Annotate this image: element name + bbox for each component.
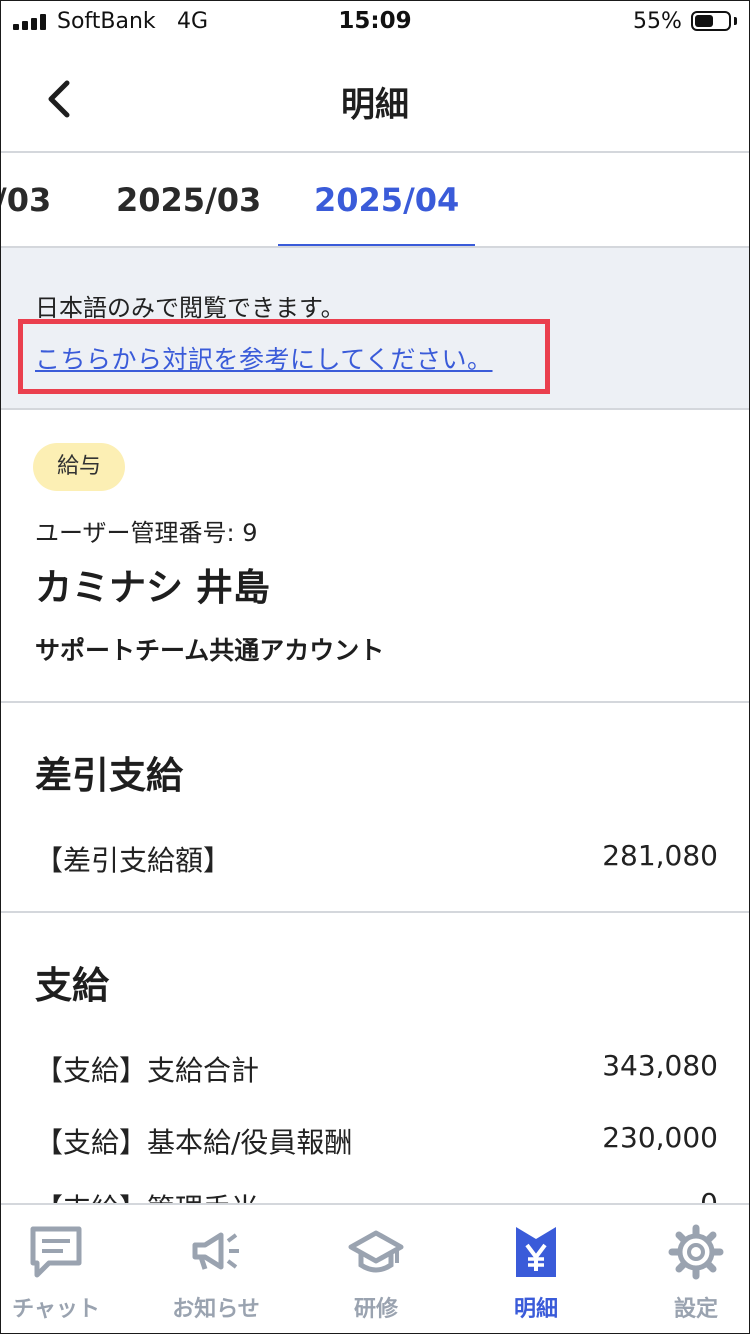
section-title-net-pay: 差引支給 xyxy=(35,754,183,797)
row-value: 343,080 xyxy=(602,1049,718,1082)
tab-month-2025-04[interactable]: 2025/04 xyxy=(314,181,459,219)
payslip-yen-icon xyxy=(516,1227,556,1277)
megaphone-icon xyxy=(192,1232,239,1270)
row-value: 230,000 xyxy=(602,1121,718,1154)
battery-percent: 55% xyxy=(633,9,682,34)
tab-payslip[interactable]: 明細 xyxy=(461,1205,611,1333)
gear-icon xyxy=(668,1224,724,1280)
chat-icon xyxy=(30,1226,82,1278)
month-tabs: /03 2025/03 2025/04 xyxy=(1,153,749,248)
list-item: 【支給】基本給/役員報酬 230,000 xyxy=(35,1121,718,1161)
tab-label: 設定 xyxy=(673,1297,718,1322)
account-name: サポートチーム共通アカウント xyxy=(35,636,385,665)
tab-label: お知らせ xyxy=(172,1297,260,1322)
tab-label: チャット xyxy=(12,1297,100,1322)
list-item: 【差引支給額】 281,080 xyxy=(35,839,718,879)
tab-news[interactable]: お知らせ xyxy=(141,1205,291,1333)
notice-text: 日本語のみで閲覧できます。 xyxy=(35,294,345,322)
graduation-cap-icon xyxy=(348,1230,404,1273)
tab-label: 明細 xyxy=(513,1297,558,1322)
row-value: 281,080 xyxy=(602,839,718,872)
divider xyxy=(1,911,749,913)
row-label: 【支給】支給合計 xyxy=(35,1054,260,1087)
page-title: 明細 xyxy=(341,85,409,125)
user-name: カミナシ 井島 xyxy=(35,566,270,609)
user-number: ユーザー管理番号: 9 xyxy=(35,519,258,547)
language-notice: 日本語のみで閲覧できます。 こちらから対訳を参考にしてください。 xyxy=(1,248,749,410)
tab-month-prev[interactable]: /03 xyxy=(1,181,51,219)
tab-label: 研修 xyxy=(353,1297,398,1322)
tab-chat[interactable]: チャット xyxy=(1,1205,131,1333)
battery-icon xyxy=(691,11,731,31)
active-tab-indicator xyxy=(278,244,475,246)
section-title-payments: 支給 xyxy=(35,964,109,1007)
navigation-bar: 明細 xyxy=(1,45,749,153)
list-item: 【支給】支給合計 343,080 xyxy=(35,1049,718,1089)
tab-training[interactable]: 研修 xyxy=(301,1205,451,1333)
app-screen: SoftBank 4G 15:09 55% 明細 /03 2025/03 202… xyxy=(0,0,750,1334)
row-label: 【支給】基本給/役員報酬 xyxy=(35,1126,353,1159)
translation-link[interactable]: こちらから対訳を参考にしてください。 xyxy=(35,340,493,376)
row-label: 【差引支給額】 xyxy=(35,844,232,877)
status-bar: SoftBank 4G 15:09 55% xyxy=(1,1,749,45)
battery-tip xyxy=(734,17,737,25)
tab-settings[interactable]: 設定 xyxy=(621,1205,749,1333)
tab-month-2025-03[interactable]: 2025/03 xyxy=(116,181,261,219)
category-badge: 給与 xyxy=(33,443,126,491)
bottom-tab-bar: チャット お知らせ 研修 明細 設定 xyxy=(1,1203,749,1333)
divider xyxy=(1,701,749,703)
